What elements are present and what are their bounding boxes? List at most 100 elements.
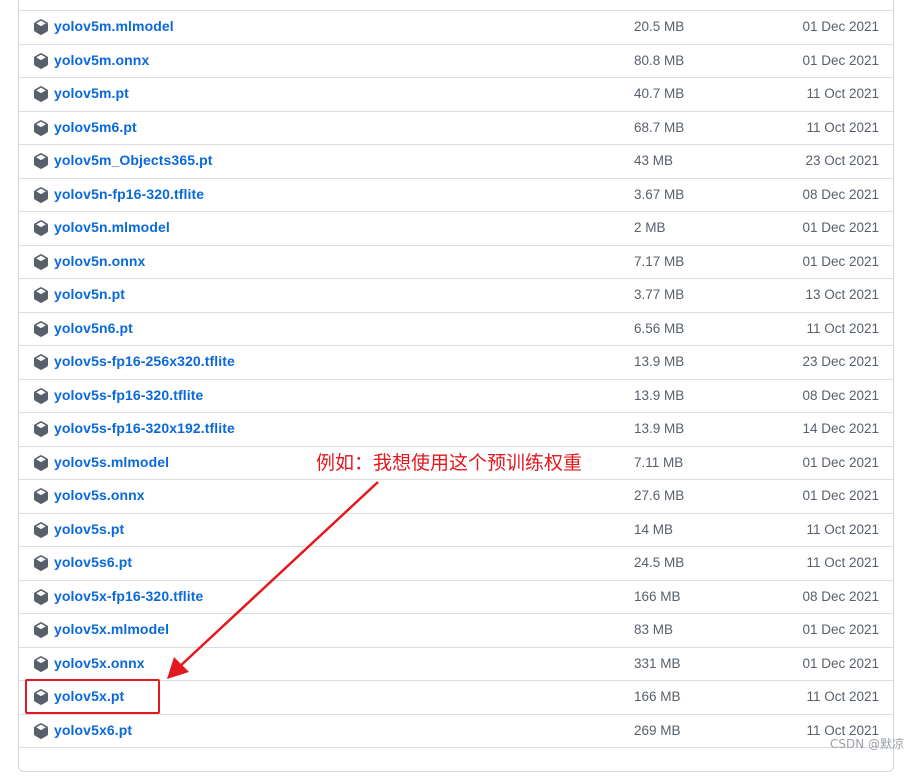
- asset-date: 11 Oct 2021: [806, 555, 879, 570]
- asset-date: 11 Oct 2021: [806, 320, 879, 336]
- asset-date: 08 Dec 2021: [802, 387, 879, 403]
- watermark: CSDN @默凉: [829, 737, 904, 751]
- asset-link[interactable]: yolov5n-fp16-320.tflite: [54, 186, 204, 202]
- asset-link[interactable]: yolov5x6.pt: [54, 722, 132, 738]
- asset-link[interactable]: yolov5n.mlmodel: [54, 219, 170, 235]
- asset-link[interactable]: yolov5s6.pt: [54, 554, 132, 570]
- package-icon: [33, 588, 49, 605]
- package-icon: [33, 253, 49, 270]
- list-item: yolov5m6.pt 68.7 MB 11 Oct 2021: [19, 110, 893, 145]
- highlight-box: [25, 679, 160, 714]
- asset-size: 6.56 MB: [634, 320, 685, 336]
- list-item: yolov5x.onnx 331 MB 01 Dec 2021: [19, 646, 893, 681]
- asset-date: 23 Dec 2021: [802, 354, 879, 369]
- list-item: yolov5s.onnx 27.6 MB 01 Dec 2021: [19, 479, 893, 513]
- list-item: yolov5n6.pt 6.56 MB 11 Oct 2021: [19, 311, 893, 346]
- package-icon: [33, 655, 49, 672]
- asset-date: 23 Oct 2021: [805, 153, 879, 168]
- package-icon: [33, 220, 49, 236]
- package-icon: [33, 555, 49, 571]
- list-item: yolov5m.mlmodel 20.5 MB 01 Dec 2021: [19, 10, 893, 44]
- asset-date: 01 Dec 2021: [802, 622, 879, 637]
- list-item: yolov5x-fp16-320.tflite 166 MB 08 Dec 2021: [19, 579, 893, 614]
- package-icon: [33, 19, 49, 35]
- asset-link[interactable]: yolov5s-fp16-320.tflite: [54, 387, 203, 403]
- package-icon: [33, 153, 49, 169]
- asset-date: 01 Dec 2021: [802, 454, 879, 470]
- asset-link[interactable]: yolov5n.pt: [54, 286, 125, 302]
- package-icon: [33, 119, 49, 136]
- asset-link[interactable]: yolov5s-fp16-320x192.tflite: [54, 420, 235, 436]
- asset-size: 24.5 MB: [634, 555, 685, 570]
- asset-size: 3.77 MB: [634, 287, 685, 302]
- asset-link[interactable]: yolov5m.pt: [54, 85, 129, 101]
- asset-date: 11 Oct 2021: [806, 86, 879, 101]
- asset-date: 01 Dec 2021: [802, 19, 879, 34]
- asset-size: 7.17 MB: [634, 253, 685, 269]
- asset-size: 68.7 MB: [634, 119, 685, 135]
- package-icon: [33, 320, 49, 337]
- asset-size: 13.9 MB: [634, 421, 685, 436]
- asset-date: 01 Dec 2021: [802, 52, 879, 68]
- asset-link[interactable]: yolov5m.mlmodel: [54, 18, 174, 34]
- asset-link[interactable]: yolov5s.pt: [54, 521, 124, 537]
- asset-link[interactable]: yolov5m6.pt: [54, 119, 137, 135]
- asset-size: 7.11 MB: [634, 454, 684, 470]
- asset-date: 01 Dec 2021: [802, 655, 879, 671]
- package-icon: [33, 354, 49, 370]
- asset-size: 269 MB: [634, 722, 681, 738]
- asset-size: 20.5 MB: [634, 19, 685, 34]
- asset-size: 166 MB: [634, 588, 681, 604]
- asset-size: 3.67 MB: [634, 186, 685, 202]
- list-item: yolov5n-fp16-320.tflite 3.67 MB 08 Dec 202…: [19, 177, 893, 212]
- list-item: yolov5m.onnx 80.8 MB 01 Dec 2021: [19, 43, 893, 78]
- asset-size: 166 MB: [634, 689, 681, 704]
- asset-size: 331 MB: [634, 655, 681, 671]
- list-item: [19, 747, 893, 781]
- list-item: yolov5n.onnx 7.17 MB 01 Dec 2021: [19, 244, 893, 279]
- asset-size: 80.8 MB: [634, 52, 685, 68]
- asset-date: 01 Dec 2021: [802, 220, 879, 235]
- package-icon: [33, 521, 49, 538]
- asset-date: 08 Dec 2021: [802, 186, 879, 202]
- list-item: yolov5s-fp16-320x192.tflite 13.9 MB 14 Dec…: [19, 412, 893, 446]
- asset-date: 11 Oct 2021: [806, 521, 879, 537]
- list-item: yolov5x6.pt 269 MB 11 Oct 2021: [19, 713, 893, 748]
- asset-size: 2 MB: [634, 220, 666, 235]
- asset-link[interactable]: yolov5s.mlmodel: [54, 454, 169, 470]
- list-item: [19, 0, 893, 10]
- package-icon: [33, 387, 49, 404]
- annotation-text: 例如：我想使用这个预训练权重: [316, 452, 583, 474]
- asset-size: 40.7 MB: [634, 86, 685, 101]
- list-item: yolov5m_Objects365.pt 43 MB 23 Oct 2021: [19, 144, 893, 178]
- package-icon: [33, 421, 49, 437]
- list-item: yolov5s.pt 14 MB 11 Oct 2021: [19, 512, 893, 547]
- asset-date: 14 Dec 2021: [802, 421, 879, 436]
- package-icon: [33, 488, 49, 504]
- asset-size: 13.9 MB: [634, 354, 685, 369]
- asset-size: 43 MB: [634, 153, 674, 168]
- asset-date: 01 Dec 2021: [802, 253, 879, 269]
- asset-link[interactable]: yolov5n.onnx: [54, 253, 145, 269]
- list-item: yolov5n.pt 3.77 MB 13 Oct 2021: [19, 278, 893, 312]
- asset-date: 11 Oct 2021: [806, 119, 879, 135]
- asset-link[interactable]: yolov5x.onnx: [54, 655, 145, 671]
- list-item: yolov5s-fp16-320.tflite 13.9 MB 08 Dec 202…: [19, 378, 893, 413]
- asset-link[interactable]: yolov5m_Objects365.pt: [54, 152, 213, 168]
- asset-size: 83 MB: [634, 622, 674, 637]
- asset-link[interactable]: yolov5s.onnx: [54, 487, 145, 503]
- asset-link[interactable]: yolov5m.onnx: [54, 52, 149, 68]
- asset-date: 13 Oct 2021: [805, 287, 879, 302]
- asset-link[interactable]: yolov5s-fp16-256x320.tflite: [54, 353, 235, 369]
- list-item: yolov5s-fp16-256x320.tflite 13.9 MB 23 Dec…: [19, 345, 893, 379]
- package-icon: [33, 86, 49, 102]
- asset-date: 08 Dec 2021: [802, 588, 879, 604]
- package-icon: [33, 722, 49, 739]
- package-icon: [33, 186, 49, 203]
- asset-link[interactable]: yolov5n6.pt: [54, 320, 133, 336]
- asset-link[interactable]: yolov5x.mlmodel: [54, 621, 169, 637]
- asset-link[interactable]: yolov5x-fp16-320.tflite: [54, 588, 203, 604]
- package-icon: [33, 622, 49, 638]
- asset-size: 14 MB: [634, 521, 674, 537]
- asset-size: 13.9 MB: [634, 387, 685, 403]
